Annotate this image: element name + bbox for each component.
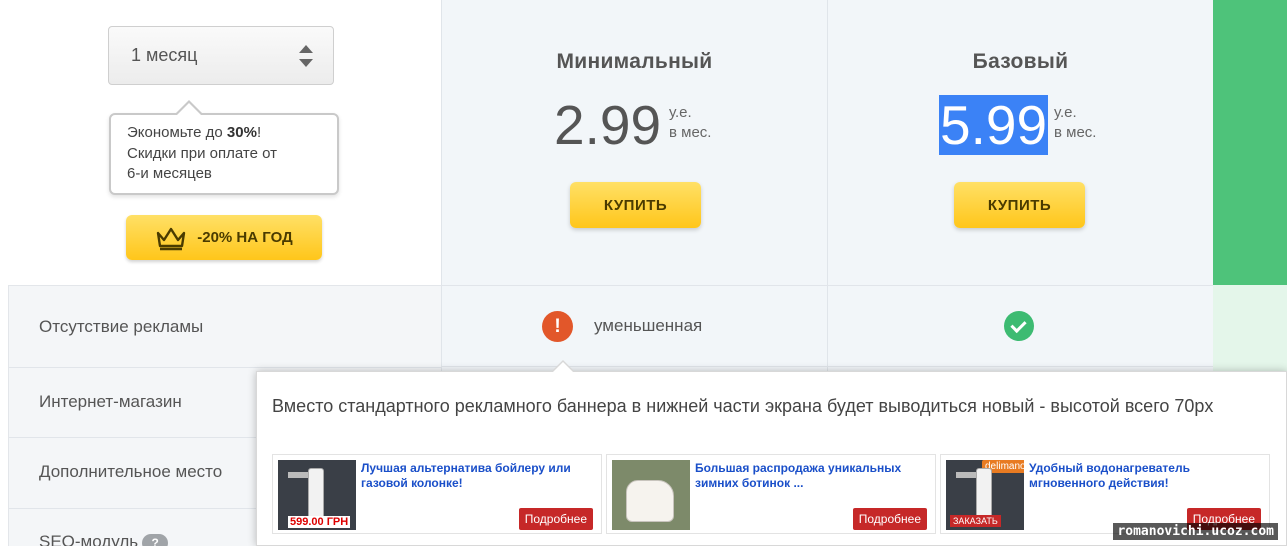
checkmark-icon xyxy=(1004,311,1034,341)
plan-title: Минимальный xyxy=(556,50,713,73)
year-discount-label: -20% НА ГОД xyxy=(197,229,293,246)
ad-price: 599.00 ГРН xyxy=(288,516,351,528)
unit-currency: у.е. xyxy=(669,104,692,121)
unit-currency: у.е. xyxy=(1054,104,1077,121)
plan-price-unit: у.е. в мес. xyxy=(1054,103,1096,143)
crown-icon xyxy=(157,227,186,250)
discount-tooltip: Экономьте до 30%! Скидки при оплате от 6… xyxy=(109,100,339,195)
buy-button-minimal[interactable]: КУПИТЬ xyxy=(570,182,701,228)
tooltip-line-1: Экономьте до 30%! xyxy=(127,123,337,144)
row-divider xyxy=(441,285,1213,286)
tooltip-prefix: Экономьте до xyxy=(127,124,227,141)
ad-card[interactable]: Большая распродажа уникальных зимних бот… xyxy=(606,454,936,534)
buy-button-base[interactable]: КУПИТЬ xyxy=(954,182,1085,228)
ad-order-label: ЗАКАЗАТЬ xyxy=(950,515,1001,527)
ad-thumbnail: 599.00 ГРН xyxy=(278,460,356,530)
ads-info-popup: Вместо стандартного рекламного баннера в… xyxy=(256,360,1287,546)
watermark: romanovichi.ucoz.com xyxy=(1113,523,1278,540)
ad-card[interactable]: 599.00 ГРН Лучшая альтернатива бойлеру и… xyxy=(272,454,602,534)
boot-shape xyxy=(626,480,674,522)
ad-thumbnail xyxy=(612,460,690,530)
period-select[interactable]: 1 месяц xyxy=(108,26,334,85)
tooltip-suffix: ! xyxy=(256,124,262,141)
popup-text: Вместо стандартного рекламного баннера в… xyxy=(272,396,1214,416)
ad-title[interactable]: Большая распродажа уникальных зимних бот… xyxy=(695,461,931,491)
row-divider xyxy=(9,367,442,368)
feature-label-seo: SEO-модуль? xyxy=(39,532,169,546)
ad-title[interactable]: Лучшая альтернатива бойлеру или газовой … xyxy=(361,461,597,491)
updown-arrows-icon xyxy=(299,45,313,67)
help-badge[interactable]: ? xyxy=(142,533,169,546)
ad-title[interactable]: Удобный водонагреватель мгновенного дейс… xyxy=(1029,461,1265,491)
plan-column-next xyxy=(1213,0,1287,285)
feature-label: Интернет-магазин xyxy=(39,392,182,411)
plan-price-unit: у.е. в мес. xyxy=(669,103,711,143)
feature-label-text: SEO-модуль xyxy=(39,532,139,546)
ad-more-button[interactable]: Подробнее xyxy=(852,508,927,530)
plan-price: 2.99 xyxy=(554,94,662,156)
feature-label: Отсутствие рекламы xyxy=(39,317,204,336)
ad-more-button[interactable]: Подробнее xyxy=(518,508,593,530)
ad-thumbnail: delimano ЗАКАЗАТЬ xyxy=(946,460,1024,530)
period-select-value: 1 месяц xyxy=(131,45,198,65)
year-discount-button[interactable]: -20% НА ГОД xyxy=(126,215,322,260)
exclamation-icon[interactable]: ! xyxy=(542,311,573,342)
unit-period: в мес. xyxy=(669,124,712,141)
unit-period: в мес. xyxy=(1054,124,1097,141)
ads-minimal-status: уменьшенная xyxy=(594,316,703,335)
tooltip-line-3: 6-и месяцев xyxy=(127,165,212,182)
tooltip-line-2: Скидки при оплате от xyxy=(127,144,277,162)
feature-label: Дополнительное место xyxy=(39,462,223,481)
plan-title: Базовый xyxy=(972,50,1069,73)
ad-card[interactable]: delimano ЗАКАЗАТЬ Удобный водонагревател… xyxy=(940,454,1270,534)
tooltip-percent: 30% xyxy=(226,124,257,141)
plan-price: 5.99 xyxy=(939,94,1049,156)
